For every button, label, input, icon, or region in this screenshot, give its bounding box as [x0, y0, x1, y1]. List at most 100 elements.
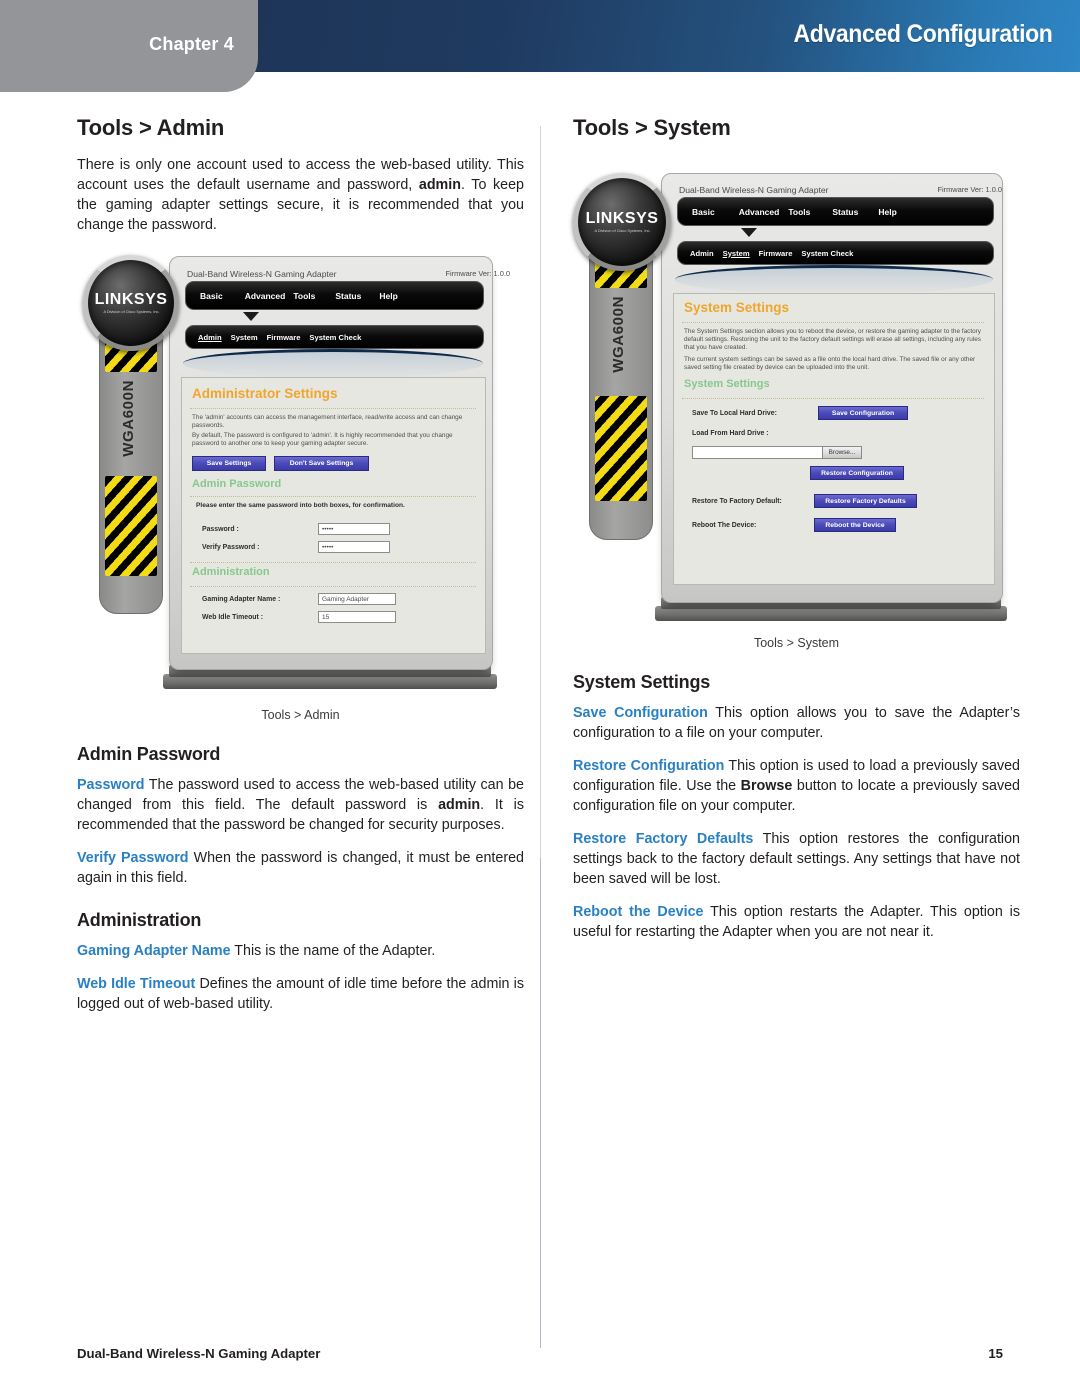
save-configuration-paragraph: Save Configuration This option allows yo… [573, 703, 1020, 743]
gaming-adapter-name-label: Gaming Adapter Name : [202, 596, 281, 603]
linksys-logo-badge: LINKSYS A Division of Cisco Systems, Inc… [83, 255, 179, 351]
gaming-adapter-name-text: This is the name of the Adapter. [230, 943, 436, 959]
save-configuration-button[interactable]: Save Configuration [818, 406, 908, 420]
nav-tab-advanced[interactable]: Advanced [245, 291, 286, 301]
right-section-title: Tools > System [573, 115, 731, 140]
admin-panel-text-1: The 'admin' accounts can access the mana… [192, 414, 463, 429]
intro-bold-admin: admin [418, 177, 461, 193]
header-band: Advanced Configuration [252, 0, 1080, 72]
web-idle-timeout-input[interactable]: 15 [318, 611, 396, 623]
system-settings-heading: System Settings [573, 672, 711, 692]
nav-tab-advanced[interactable]: Advanced [739, 207, 780, 217]
linksys-wordmark: LINKSYS [585, 209, 659, 227]
admin-nav-swoosh [183, 349, 483, 378]
admin-screenshot: WGA600N LINKSYS A Division of Cisco Syst… [77, 249, 524, 701]
admin-settings-panel: Administrator Settings The 'admin' accou… [181, 377, 486, 654]
nav-tab-status[interactable]: Status [832, 207, 858, 217]
hazard-stripe-bottom-icon [595, 396, 647, 501]
admin-device-tower: WGA600N [99, 307, 163, 614]
system-panel-text-1: The System Settings section allows you t… [684, 328, 981, 351]
panel-rule-4 [190, 586, 476, 587]
save-configuration-term: Save Configuration [573, 705, 708, 721]
panel-rule-2 [682, 398, 984, 399]
admin-panel-text-2: By default, The password is configured t… [192, 432, 453, 447]
reboot-device-term: Reboot the Device [573, 904, 704, 920]
password-input[interactable]: ••••• [318, 523, 390, 535]
nav-tab-help[interactable]: Help [878, 207, 896, 217]
verify-password-input[interactable]: ••••• [318, 541, 390, 553]
subnav-tab-system-check[interactable]: System Check [309, 333, 361, 342]
load-from-drive-label: Load From Hard Drive : [692, 430, 769, 437]
verify-password-label: Verify Password : [202, 544, 260, 551]
subnav-tab-firmware[interactable]: Firmware [267, 333, 301, 342]
chapter-tab: Chapter 4 [0, 0, 258, 92]
restore-configuration-button[interactable]: Restore Configuration [810, 466, 904, 480]
hazard-stripe-bottom-icon [105, 476, 157, 576]
page-header: Advanced Configuration Chapter 4 [0, 0, 1080, 92]
gaming-adapter-name-term: Gaming Adapter Name [77, 943, 231, 959]
footer-page-number: 15 [988, 1346, 1003, 1361]
chevron-down-icon [741, 228, 757, 237]
administration-section-title: Administration [192, 566, 270, 578]
chapter-label: Chapter 4 [149, 34, 234, 54]
verify-password-paragraph: Verify Password When the password is cha… [77, 848, 524, 888]
nav-tab-status[interactable]: Status [335, 291, 361, 301]
linksys-tagline: A Division of Cisco Systems, Inc. [593, 228, 651, 233]
web-idle-timeout-label: Web Idle Timeout : [202, 614, 263, 621]
gaming-adapter-name-paragraph: Gaming Adapter Name This is the name of … [77, 941, 524, 961]
nav-tab-basic[interactable]: Basic [200, 291, 223, 301]
admin-password-heading: Admin Password [77, 744, 221, 764]
subnav-tab-admin[interactable]: Admin [690, 249, 714, 258]
restore-configuration-bold-browse: Browse [740, 778, 793, 794]
gaming-adapter-name-input[interactable]: Gaming Adapter [318, 593, 396, 605]
linksys-tagline: A Division of Cisco Systems, Inc. [102, 309, 160, 314]
system-settings-panel: System Settings The System Settings sect… [673, 293, 995, 585]
subnav-tab-system[interactable]: System [231, 333, 258, 342]
system-settings-section-title: System Settings [684, 378, 770, 390]
admin-sub-nav[interactable]: Admin System Firmware System Check [185, 325, 484, 349]
left-column: Tools > Admin There is only one account … [77, 115, 524, 1014]
subnav-tab-admin[interactable]: Admin [198, 333, 222, 342]
linksys-logo-badge: LINKSYS A Division of Cisco Systems, Inc… [573, 173, 671, 271]
system-sub-nav[interactable]: Admin System Firmware System Check [677, 241, 994, 265]
panel-rule-1 [190, 408, 476, 409]
nav-tab-tools[interactable]: Tools [293, 291, 315, 301]
reboot-device-button[interactable]: Reboot the Device [814, 518, 896, 532]
admin-panel-title: Administrator Settings [192, 386, 338, 401]
subnav-tab-system-check[interactable]: System Check [801, 249, 853, 258]
system-main-nav[interactable]: Basic Advanced Tools Status Help [677, 197, 994, 226]
left-intro-paragraph: There is only one account used to access… [77, 155, 524, 235]
column-divider-lower [540, 858, 541, 1348]
administration-heading: Administration [77, 910, 202, 930]
restore-factory-defaults-term: Restore Factory Defaults [573, 831, 754, 847]
nav-tab-basic[interactable]: Basic [692, 207, 715, 217]
restore-configuration-term: Restore Configuration [573, 758, 725, 774]
web-idle-timeout-term: Web Idle Timeout [77, 976, 196, 992]
password-bold-admin: admin [438, 797, 481, 813]
system-screenshot: WGA600N LINKSYS A Division of Cisco Syst… [573, 169, 1020, 629]
admin-main-nav[interactable]: Basic Advanced Tools Status Help [185, 281, 484, 310]
save-settings-button[interactable]: Save Settings [192, 456, 266, 471]
browse-button[interactable]: Browse... [822, 446, 862, 459]
restore-factory-defaults-button[interactable]: Restore Factory Defaults [814, 494, 917, 508]
admin-password-section-title: Admin Password [192, 478, 282, 490]
system-firmware-version: Firmware Ver: 1.0.0 [937, 185, 1002, 194]
load-file-input[interactable] [692, 446, 826, 459]
dont-save-settings-button[interactable]: Don't Save Settings [274, 456, 369, 471]
page-footer: Dual-Band Wireless-N Gaming Adapter 15 [77, 1346, 1003, 1361]
system-device-model: WGA600N [610, 296, 627, 373]
admin-firmware-version: Firmware Ver: 1.0.0 [445, 269, 510, 278]
restore-configuration-paragraph: Restore Configuration This option is use… [573, 756, 1020, 816]
system-product-line: Dual-Band Wireless-N Gaming Adapter [679, 185, 829, 195]
password-term: Password [77, 777, 145, 793]
admin-password-note: Please enter the same password into both… [196, 502, 405, 509]
system-figure-caption: Tools > System [753, 636, 840, 650]
nav-tab-tools[interactable]: Tools [788, 207, 810, 217]
password-label: Password : [202, 526, 239, 533]
nav-tab-help[interactable]: Help [379, 291, 397, 301]
subnav-tab-system[interactable]: System [723, 249, 750, 258]
linksys-wordmark: LINKSYS [94, 290, 168, 308]
subnav-tab-firmware[interactable]: Firmware [759, 249, 793, 258]
panel-rule-3 [190, 562, 476, 563]
admin-product-line: Dual-Band Wireless-N Gaming Adapter [187, 269, 337, 279]
